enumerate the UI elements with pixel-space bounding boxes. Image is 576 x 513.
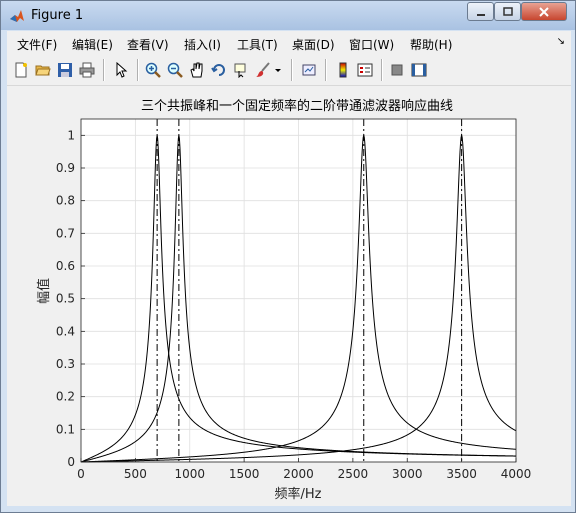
menu-edit[interactable]: 编辑(E) [72, 36, 113, 53]
menu-file[interactable]: 文件(F) [17, 36, 57, 53]
x-tick-label: 3500 [446, 467, 477, 481]
y-tick-label: 0.9 [56, 161, 75, 175]
close-button[interactable] [521, 2, 567, 21]
y-tick-label: 0.6 [56, 259, 75, 273]
print-button[interactable] [77, 60, 97, 80]
x-tick-label: 0 [77, 467, 85, 481]
folder-open-icon [35, 65, 51, 76]
pan-button[interactable] [187, 60, 207, 80]
y-tick-label: 0.5 [56, 292, 75, 306]
menu-overflow-icon[interactable]: ↘ [557, 36, 565, 47]
toolbar-separator [291, 59, 293, 81]
save-icon [58, 63, 72, 77]
link-plot-button[interactable] [299, 60, 319, 80]
new-file-icon [15, 62, 27, 78]
x-tick-label: 1500 [229, 467, 260, 481]
edit-plot-button[interactable] [111, 60, 131, 80]
close-icon [539, 6, 549, 17]
new-figure-button[interactable] [11, 60, 31, 80]
chart-title: 三个共振峰和一个固定频率的二阶带通滤波器响应曲线 [141, 98, 453, 114]
brush-dropdown[interactable] [273, 60, 283, 80]
y-tick-label: 0.1 [56, 422, 75, 436]
legend-button[interactable] [355, 60, 375, 80]
x-tick-label: 4000 [501, 467, 532, 481]
maximize-icon [502, 6, 513, 16]
toolbar-separator [137, 59, 139, 81]
zoom-in-button[interactable] [143, 60, 163, 80]
colorbar-icon [339, 62, 347, 78]
data-cursor-button[interactable] [231, 60, 251, 80]
y-tick-label: 0.2 [56, 390, 75, 404]
maximize-button[interactable] [494, 2, 521, 21]
printer-icon [79, 62, 95, 78]
pointer-icon [116, 62, 128, 78]
rotate-3d-button[interactable] [209, 60, 229, 80]
window-title: Figure 1 [31, 8, 84, 23]
y-tick-label: 0 [67, 455, 75, 469]
y-tick-label: 0.3 [56, 357, 75, 371]
rotate-icon [211, 64, 225, 76]
y-tick-label: 1 [67, 128, 75, 142]
x-tick-label: 1000 [174, 467, 205, 481]
y-tick-label: 0.4 [56, 324, 75, 338]
menu-tools[interactable]: 工具(T) [237, 36, 278, 53]
figure-window: Figure 1 文件(F) 编辑(E) 查看(V) 插入(I) 工具(T) 桌… [0, 0, 576, 513]
y-axis-label: 幅值 [36, 278, 52, 304]
toolbar-separator [325, 59, 327, 81]
brush-button[interactable] [253, 60, 273, 80]
data-cursor-icon [234, 63, 246, 78]
minimize-button[interactable] [467, 2, 494, 21]
minimize-icon [476, 13, 485, 16]
title-bar[interactable]: Figure 1 [1, 1, 575, 30]
legend-icon [357, 63, 373, 77]
matlab-icon [10, 10, 24, 22]
open-file-button[interactable] [33, 60, 53, 80]
y-tick-label: 0.8 [56, 194, 75, 208]
toolbar-separator [103, 59, 105, 81]
show-plot-tools-button[interactable] [409, 60, 429, 80]
dropdown-arrow-icon [275, 69, 281, 72]
menu-window[interactable]: 窗口(W) [349, 36, 394, 53]
menu-desktop[interactable]: 桌面(D) [292, 36, 335, 53]
plot-svg: 三个共振峰和一个固定频率的二阶带通滤波器响应曲线 0 500 1000 1500 200… [36, 98, 532, 502]
colorbar-button[interactable] [333, 60, 353, 80]
brush-icon [256, 62, 270, 77]
menu-help[interactable]: 帮助(H) [410, 36, 452, 53]
figure-canvas: 三个共振峰和一个固定频率的二阶带通滤波器响应曲线 0 500 1000 1500 200… [7, 86, 571, 506]
x-tick-label: 2500 [338, 467, 369, 481]
menu-insert[interactable]: 插入(I) [184, 36, 221, 53]
hand-icon [190, 62, 203, 78]
link-icon [302, 64, 316, 76]
zoom-in-icon [145, 62, 161, 78]
menu-view[interactable]: 查看(V) [127, 36, 169, 53]
toolbar-separator [381, 59, 383, 81]
show-tools-icon [411, 63, 427, 77]
menu-bar: 文件(F) 编辑(E) 查看(V) 插入(I) 工具(T) 桌面(D) 窗口(W… [7, 31, 571, 55]
save-button[interactable] [55, 60, 75, 80]
hide-plot-tools-button[interactable] [387, 60, 407, 80]
x-tick-label: 3000 [392, 467, 423, 481]
zoom-out-button[interactable] [165, 60, 185, 80]
x-tick-label: 500 [124, 467, 147, 481]
x-axis-label: 频率/Hz [275, 486, 322, 502]
y-tick-label: 0.7 [56, 226, 75, 240]
toolbar [7, 55, 571, 86]
hide-tools-icon [391, 64, 403, 76]
zoom-out-icon [167, 62, 183, 78]
x-tick-label: 2000 [283, 467, 314, 481]
